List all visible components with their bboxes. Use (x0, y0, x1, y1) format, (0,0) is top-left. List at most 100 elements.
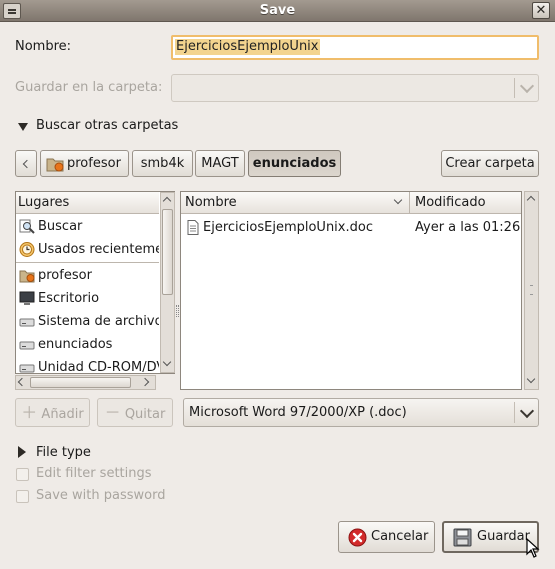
document-icon (187, 220, 199, 235)
places-hscroll-thumb[interactable] (30, 377, 131, 388)
home-folder-icon (46, 158, 64, 172)
places-item-enunciados[interactable]: enunciados (16, 333, 159, 356)
close-button[interactable]: ✕ (532, 2, 550, 19)
file-row[interactable]: EjerciciosEjemploUnix.doc Ayer a las 01:… (181, 216, 521, 239)
remove-icon: － (104, 403, 121, 422)
title-bar: Save ✕ (0, 0, 555, 22)
chevron-down-icon[interactable] (162, 357, 172, 367)
remove-bookmark-button[interactable]: － Quitar (97, 398, 173, 427)
home-folder-icon (19, 270, 35, 283)
cdrom-icon (19, 364, 35, 373)
search-icon (19, 219, 35, 234)
chevron-right-icon[interactable] (140, 377, 150, 387)
files-vscrollbar[interactable] (524, 191, 539, 390)
save-password-checkbox[interactable] (16, 490, 29, 503)
path-segment-label: profesor (67, 156, 121, 171)
path-segment-smb4k[interactable]: smb4k (132, 150, 193, 177)
places-header-label: Lugares (18, 195, 70, 210)
chevron-up-icon[interactable] (162, 196, 172, 206)
recent-icon (19, 242, 35, 257)
column-name-label: Nombre (185, 195, 237, 210)
cancel-icon (348, 528, 367, 547)
pane-splitter[interactable] (176, 305, 179, 317)
places-hscrollbar[interactable] (15, 375, 156, 390)
column-modified-label: Modificado (415, 195, 486, 210)
places-item-label: Unidad CD-ROM/DVD (38, 360, 159, 373)
path-segment-label: enunciados (252, 156, 337, 171)
file-type-expander-label[interactable]: File type (36, 445, 91, 460)
column-name-header[interactable]: Nombre (181, 192, 410, 213)
add-icon: ＋ (21, 403, 38, 422)
save-dialog: Save ✕ Nombre: EjerciciosEjemploUnix Gua… (0, 0, 555, 569)
file-name: EjerciciosEjemploUnix.doc (203, 220, 373, 235)
places-item-desktop[interactable]: Escritorio (16, 287, 159, 310)
file-filter-value: Microsoft Word 97/2000/XP (.doc) (189, 405, 407, 420)
places-item-label: Escritorio (38, 291, 100, 306)
remove-bookmark-label: Quitar (124, 407, 166, 422)
save-button[interactable]: Guardar (442, 521, 539, 553)
places-header[interactable]: Lugares (16, 192, 159, 214)
drive-icon (19, 318, 35, 327)
places-scroll-thumb[interactable] (162, 209, 173, 295)
mouse-cursor-icon (526, 538, 540, 558)
chevron-down-icon (519, 78, 535, 94)
cancel-label: Cancelar (371, 529, 429, 544)
cancel-button[interactable]: Cancelar (338, 521, 435, 553)
add-bookmark-label: Añadir (41, 407, 84, 422)
places-vscrollbar[interactable] (160, 192, 175, 373)
edit-filter-label: Edit filter settings (36, 466, 152, 481)
places-item-label: profesor (38, 268, 92, 283)
places-item-cdrom[interactable]: Unidad CD-ROM/DVD (16, 356, 159, 373)
close-icon: ✕ (535, 3, 547, 18)
path-segment-magt[interactable]: MAGT (195, 150, 245, 177)
chevron-down-icon[interactable] (526, 374, 536, 384)
file-modified: Ayer a las 01:26 (415, 220, 521, 235)
path-segment-profesor[interactable]: profesor (40, 150, 129, 177)
combo-separator (514, 78, 515, 98)
path-back-button[interactable] (15, 150, 37, 177)
files-header: Nombre Modificado (181, 192, 521, 214)
sort-descending-icon (393, 195, 403, 205)
file-filter-combo[interactable]: Microsoft Word 97/2000/XP (.doc) (183, 398, 539, 427)
folder-combo[interactable] (171, 74, 539, 102)
places-item-label: Sistema de archivos (38, 314, 159, 329)
places-item-label: enunciados (38, 337, 113, 352)
places-item-recent[interactable]: Usados recientemente (16, 238, 159, 261)
folder-label: Guardar en la carpeta: (15, 80, 163, 95)
chevron-left-icon (22, 159, 32, 169)
places-item-label: Usados recientemente (38, 242, 159, 257)
floppy-save-icon (453, 528, 472, 547)
path-segment-label: smb4k (140, 156, 185, 171)
filename-value: EjerciciosEjemploUnix (175, 39, 320, 55)
places-list: Buscar Usados recientemente profesor (16, 215, 159, 373)
create-folder-button[interactable]: Crear carpeta (441, 150, 539, 177)
column-modified-header[interactable]: Modificado (411, 192, 521, 213)
places-item-profesor[interactable]: profesor (16, 264, 159, 287)
name-label: Nombre: (15, 39, 72, 54)
chevron-down-icon (519, 403, 535, 418)
path-segment-label: MAGT (201, 156, 239, 171)
places-pane: Lugares Buscar Usados recientemente (15, 191, 175, 374)
filename-input[interactable]: EjerciciosEjemploUnix (171, 35, 539, 60)
chevron-left-icon[interactable] (17, 377, 27, 387)
create-folder-label: Crear carpeta (445, 156, 535, 171)
path-segment-enunciados[interactable]: enunciados (248, 150, 341, 177)
edit-filter-checkbox[interactable] (16, 468, 29, 481)
places-item-filesystem[interactable]: Sistema de archivos (16, 310, 159, 333)
places-separator (16, 262, 159, 263)
window-title: Save (259, 3, 296, 18)
combo-separator (514, 402, 515, 423)
save-label: Guardar (477, 529, 530, 544)
scroll-grip (530, 285, 533, 295)
files-pane: Nombre Modificado EjerciciosEjemploUnix.… (180, 191, 522, 390)
save-password-label: Save with password (36, 488, 166, 503)
expander-open-icon[interactable] (18, 123, 28, 131)
chevron-up-icon[interactable] (526, 195, 536, 205)
browse-expander-label[interactable]: Buscar otras carpetas (36, 118, 178, 133)
places-item-label: Buscar (38, 219, 83, 234)
desktop-icon (19, 291, 35, 305)
add-bookmark-button[interactable]: ＋ Añadir (15, 398, 90, 427)
drive-icon (19, 341, 35, 350)
places-item-search[interactable]: Buscar (16, 215, 159, 238)
expander-closed-icon[interactable] (18, 446, 26, 458)
